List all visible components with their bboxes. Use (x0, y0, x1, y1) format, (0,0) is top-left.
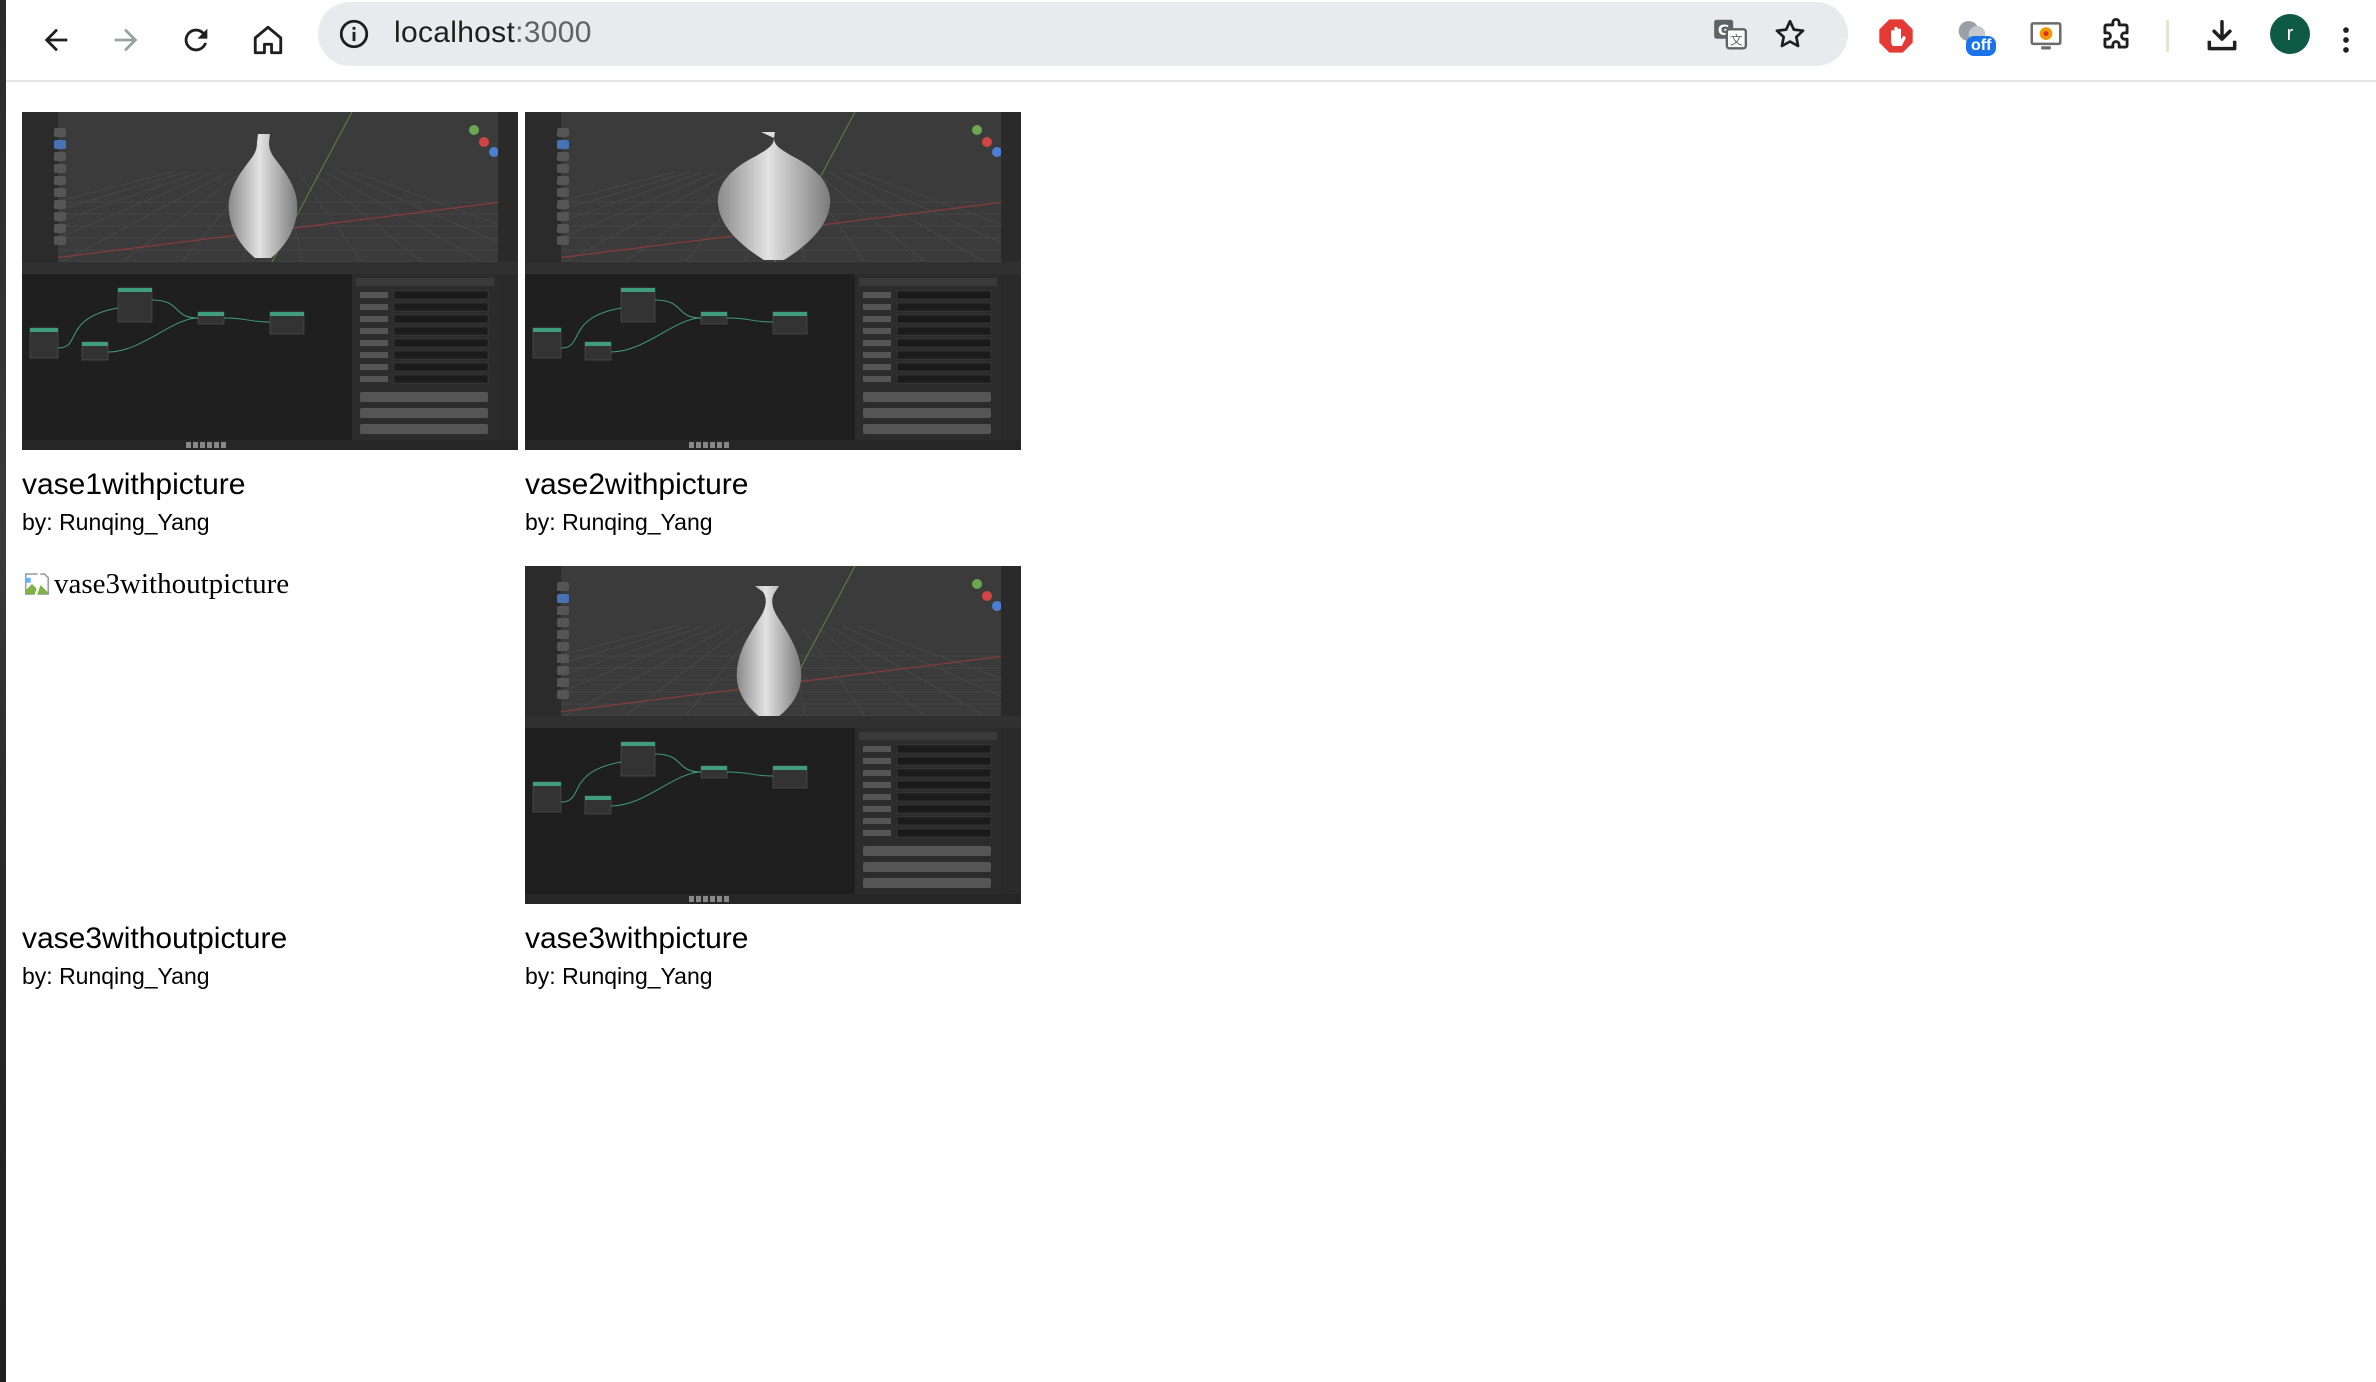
address-bar[interactable]: localhost:3000 G文 (318, 2, 1848, 66)
card-title: vase3withoutpicture (22, 922, 288, 955)
broken-image[interactable]: vase3withoutpicture (22, 566, 289, 602)
profile-avatar[interactable]: r (2270, 14, 2310, 54)
weather-extension[interactable]: off (1950, 14, 1997, 58)
vase-thumbnail[interactable] (525, 566, 1021, 904)
more-vertical-icon (2343, 27, 2349, 53)
broken-image-icon (22, 569, 52, 599)
vase-thumbnail[interactable] (22, 112, 518, 450)
translate-icon: G文 (1714, 19, 1748, 50)
reload-button[interactable] (166, 10, 226, 70)
screen-capture-extension[interactable] (2024, 14, 2068, 58)
browser-menu-button[interactable] (2326, 10, 2366, 70)
home-button[interactable] (238, 10, 298, 70)
site-info-icon (339, 19, 369, 49)
back-button[interactable] (26, 10, 86, 70)
card-title: vase1withpicture (22, 468, 246, 501)
reload-icon (184, 28, 208, 52)
bookmark-button[interactable] (1770, 14, 1810, 54)
url-host: localhost (394, 16, 516, 49)
card-author: by: Runqing_Yang (22, 509, 210, 535)
translate-button[interactable]: G文 (1710, 14, 1750, 54)
home-icon (253, 25, 283, 55)
extensions-button[interactable] (2094, 14, 2138, 58)
forward-arrow-icon (114, 28, 138, 52)
toolbar-separator (2166, 20, 2169, 52)
forward-button[interactable] (96, 10, 156, 70)
extension-off-badge: off (1966, 36, 1997, 56)
browser-toolbar: localhost:3000 G文 off r (6, 0, 2376, 82)
download-icon (2207, 20, 2237, 51)
adblock-extension[interactable] (1874, 14, 1918, 58)
card-author: by: Runqing_Yang (525, 509, 713, 535)
vase-thumbnail[interactable] (525, 112, 1021, 450)
card-author: by: Runqing_Yang (525, 963, 713, 989)
svg-text:文: 文 (1730, 32, 1743, 47)
downloads-button[interactable] (2200, 14, 2244, 58)
card-title: vase2withpicture (525, 468, 749, 501)
site-info-button[interactable] (332, 12, 376, 56)
screen-capture-icon (2030, 22, 2062, 50)
card-title: vase3withpicture (525, 922, 749, 955)
back-arrow-icon (44, 28, 68, 52)
bookmark-star-icon (1775, 19, 1805, 48)
url-port: :3000 (515, 16, 592, 49)
url-text[interactable]: localhost:3000 (394, 16, 592, 50)
image-alt-text: vase3withoutpicture (54, 567, 290, 600)
card-author: by: Runqing_Yang (22, 963, 210, 989)
screen-edge-strip (0, 0, 6, 1382)
extensions-puzzle-icon (2103, 18, 2129, 49)
adblock-icon (1879, 19, 1913, 53)
